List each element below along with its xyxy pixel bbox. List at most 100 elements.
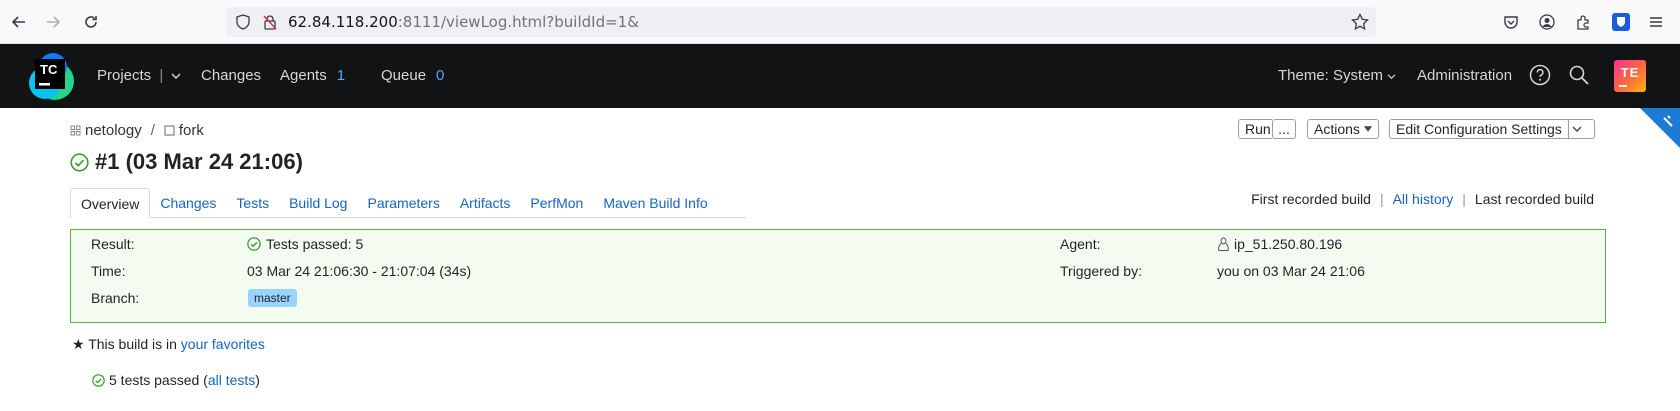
success-check-icon: [70, 152, 89, 172]
account-icon[interactable]: [1539, 14, 1555, 30]
all-tests-link[interactable]: all tests: [208, 372, 255, 388]
project-icon: [70, 125, 81, 136]
agent-link[interactable]: ip_51.250.80.196: [1217, 236, 1342, 252]
tab-overview[interactable]: Overview: [70, 188, 151, 218]
nav-projects-label: Projects: [97, 67, 152, 84]
tests-close-paren: ): [255, 372, 260, 388]
build-history-nav: First recorded build | All history | Las…: [1251, 191, 1594, 207]
shield-icon[interactable]: [235, 14, 251, 30]
branch-label: Branch:: [91, 290, 140, 306]
triggered-label: Triggered by:: [1060, 263, 1142, 279]
nav-changes[interactable]: Changes: [201, 67, 261, 84]
edit-configuration-dropdown[interactable]: [1567, 120, 1585, 138]
breadcrumb-config[interactable]: fork: [179, 122, 204, 139]
tab-changes[interactable]: Changes: [150, 188, 226, 218]
result-value: Tests passed: 5: [247, 236, 363, 252]
avatar-underline: [1619, 85, 1627, 87]
tab-parameters[interactable]: Parameters: [357, 188, 449, 218]
breadcrumb-project[interactable]: netology: [85, 122, 142, 139]
history-separator: |: [1379, 191, 1384, 207]
build-title: #1 (03 Mar 24 21:06): [95, 149, 303, 174]
favorites-link[interactable]: your favorites: [181, 336, 265, 352]
url-path: :8111/viewLog.html?buildId=1&: [397, 13, 639, 31]
nav-changes-label: Changes: [201, 67, 262, 84]
run-custom-label: ...: [1278, 121, 1290, 137]
reload-icon[interactable]: [80, 11, 102, 33]
nav-queue-label: Queue: [381, 67, 427, 84]
result-label: Result:: [91, 236, 135, 252]
favorites-prefix: This build is in: [88, 336, 177, 352]
nav-agents[interactable]: Agents 1: [280, 67, 345, 84]
breadcrumb: netology / fork: [70, 122, 204, 139]
build-summary: Result: Tests passed: 5 Time: 03 Mar 24 …: [70, 229, 1606, 323]
edit-configuration-button[interactable]: Edit Configuration Settings: [1389, 119, 1595, 139]
run-button[interactable]: Run: [1238, 119, 1272, 139]
branch-badge[interactable]: master: [248, 289, 297, 307]
page-title: #1 (03 Mar 24 21:06): [70, 149, 303, 175]
url-text: 62.84.118.200:8111/viewLog.html?buildId=…: [288, 13, 639, 31]
history-separator: |: [1462, 191, 1466, 207]
browser-toolbar: 62.84.118.200:8111/viewLog.html?buildId=…: [0, 0, 1680, 44]
actions-label: Actions: [1314, 121, 1360, 137]
pocket-icon[interactable]: [1503, 14, 1519, 30]
nav-projects[interactable]: Projects |: [97, 67, 181, 84]
theme-selector[interactable]: Theme: System: [1278, 67, 1396, 84]
theme-label: Theme: System: [1278, 67, 1384, 84]
menu-icon[interactable]: [1648, 14, 1664, 30]
linux-icon: [1218, 237, 1229, 251]
nav-administration-label: Administration: [1417, 67, 1513, 84]
tab-tests[interactable]: Tests: [226, 188, 279, 218]
avatar-initials: TE: [1620, 65, 1640, 80]
bitwarden-icon[interactable]: [1612, 13, 1630, 31]
tab-artifacts[interactable]: Artifacts: [450, 188, 521, 218]
chevron-down-icon: [1387, 74, 1396, 80]
extensions-icon[interactable]: [1575, 14, 1591, 30]
triggered-value: you on 03 Mar 24 21:06: [1217, 263, 1365, 279]
time-label: Time:: [91, 263, 126, 279]
first-recorded-build: First recorded build: [1251, 191, 1371, 207]
nav-divider: |: [159, 67, 164, 84]
search-icon[interactable]: [1568, 64, 1590, 86]
logo-text: TC: [40, 62, 58, 77]
back-icon[interactable]: [8, 11, 30, 33]
chevron-down-icon: [171, 73, 181, 79]
corner-ribbon[interactable]: [1640, 108, 1680, 148]
agent-label: Agent:: [1060, 236, 1101, 252]
teamcity-logo[interactable]: TC: [25, 51, 75, 101]
app-header: TC Projects | Changes Agents 1 Queue 0 The…: [0, 44, 1680, 108]
nav-agents-label: Agents: [280, 67, 327, 84]
chevron-down-icon: [1572, 126, 1582, 132]
time-value: 03 Mar 24 21:06:30 - 21:07:04 (34s): [247, 263, 472, 279]
tests-summary: 5 tests passed (all tests): [92, 372, 260, 388]
run-button-label: Run: [1245, 121, 1271, 137]
all-history-link[interactable]: All history: [1393, 191, 1454, 207]
breadcrumb-separator: /: [150, 122, 155, 139]
queue-count: 0: [436, 67, 445, 84]
agents-count: 1: [336, 67, 346, 84]
build-tabs: Overview Changes Tests Build Log Paramet…: [70, 188, 746, 218]
caret-down-icon: [1363, 126, 1372, 132]
tab-perfmon[interactable]: PerfMon: [520, 188, 593, 218]
actions-dropdown[interactable]: Actions: [1307, 119, 1379, 139]
tab-maven-build-info[interactable]: Maven Build Info: [593, 188, 717, 218]
run-custom-button[interactable]: ...: [1272, 119, 1296, 139]
avatar[interactable]: TE: [1614, 60, 1646, 92]
success-check-icon: [247, 237, 261, 251]
edit-configuration-label: Edit Configuration Settings: [1396, 121, 1562, 137]
last-recorded-build: Last recorded build: [1474, 191, 1594, 207]
help-icon[interactable]: [1529, 64, 1551, 86]
bookmark-star-icon[interactable]: [1351, 13, 1369, 31]
favorites-note: ★ This build is in your favorites: [72, 336, 265, 353]
agent-value: ip_51.250.80.196: [1234, 236, 1343, 252]
tests-text: 5 tests passed (: [109, 372, 208, 388]
star-icon[interactable]: ★: [72, 336, 85, 352]
tab-build-log[interactable]: Build Log: [279, 188, 357, 218]
nav-administration[interactable]: Administration: [1417, 67, 1512, 84]
nav-queue[interactable]: Queue 0: [381, 67, 444, 84]
url-host: 62.84.118.200: [288, 13, 398, 31]
insecure-lock-icon[interactable]: [262, 14, 278, 30]
result-value-text: Tests passed: 5: [266, 236, 364, 252]
build-config-icon: [164, 125, 175, 136]
forward-icon[interactable]: [42, 11, 64, 33]
success-check-icon: [92, 373, 105, 387]
